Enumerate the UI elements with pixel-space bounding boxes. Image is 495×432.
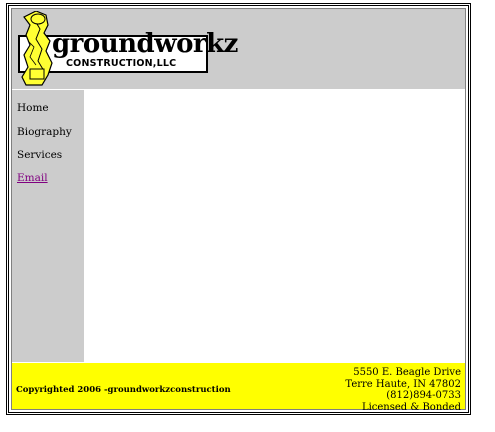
header-banner: groundworkz CONSTRUCTION,LLC <box>12 9 465 89</box>
footer: Copyrighted 2006 -groundworkzconstructio… <box>12 363 465 413</box>
nav-item-email[interactable]: Email <box>17 172 48 185</box>
address-line2: Terre Haute, IN 47802 <box>345 378 461 390</box>
nav-item-home[interactable]: Home <box>17 102 49 115</box>
main-content <box>85 90 465 362</box>
nav-item-services[interactable]: Services <box>17 149 62 162</box>
copyright-text: Copyrighted 2006 -groundworkzconstructio… <box>16 385 231 395</box>
logo-subline: CONSTRUCTION,LLC <box>66 58 177 69</box>
company-logo: groundworkz CONSTRUCTION,LLC <box>16 11 238 87</box>
phone-number: (812)894-0733 <box>386 390 461 401</box>
sidebar-nav: Home Biography Services Email <box>12 90 84 362</box>
page-inner: groundworkz CONSTRUCTION,LLC Home Biogra… <box>11 8 466 413</box>
address-line1: 5550 E. Beagle Drive <box>353 367 461 378</box>
logo-wordmark: groundworkz <box>52 29 238 59</box>
license-text: Licensed & Bonded <box>361 401 461 413</box>
page-frame: groundworkz CONSTRUCTION,LLC Home Biogra… <box>6 3 471 415</box>
nav-item-biography[interactable]: Biography <box>17 126 72 139</box>
contact-address: 5550 E. Beagle Drive Terre Haute, IN 478… <box>345 367 461 413</box>
